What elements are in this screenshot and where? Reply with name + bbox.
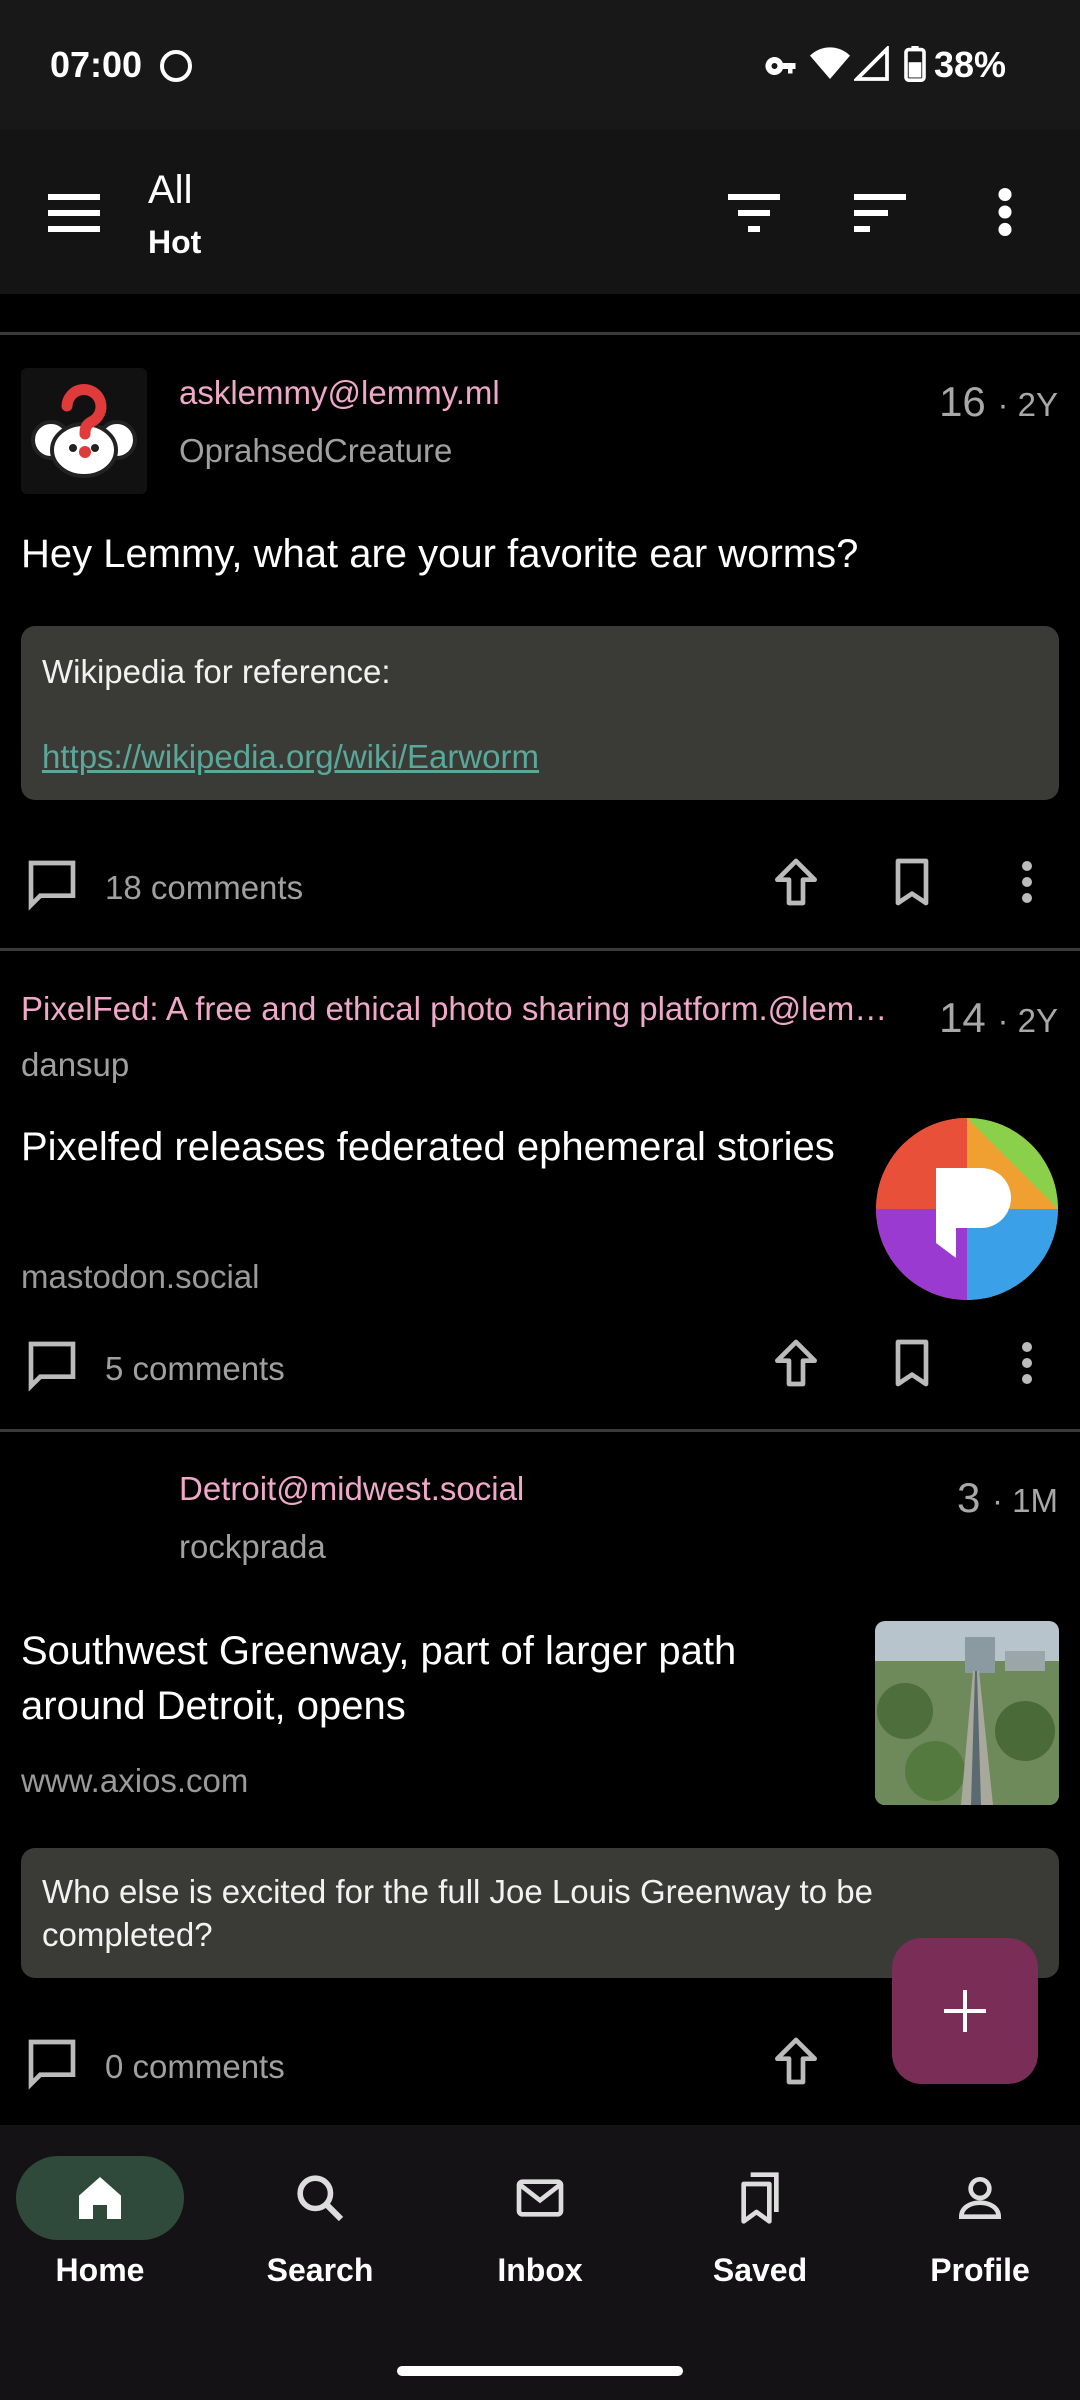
upvote-icon[interactable] (768, 1335, 824, 1391)
plus-icon (944, 1990, 986, 2032)
more-vert-icon[interactable] (994, 188, 1016, 236)
create-post-button[interactable] (892, 1938, 1038, 2084)
nav-home[interactable]: Home (10, 2170, 190, 2289)
post-title[interactable]: Pixelfed releases federated ephemeral st… (21, 1120, 841, 1175)
post-body: Wikipedia for reference: https://wikiped… (21, 626, 1059, 800)
post-age: · 2Y (997, 1002, 1058, 1039)
post-domain[interactable]: www.axios.com (21, 1762, 248, 1800)
post-meta: 14 · 2Y (939, 994, 1058, 1042)
nav-inbox-label: Inbox (497, 2252, 583, 2288)
post-title[interactable]: Hey Lemmy, what are your favorite ear wo… (21, 527, 1061, 582)
community-avatar[interactable] (21, 368, 147, 494)
post-author[interactable]: OprahsedCreature (179, 432, 452, 470)
post-age: · 1M (992, 1482, 1058, 1519)
comment-count[interactable]: 0 comments (105, 2048, 285, 2086)
nav-inbox[interactable]: Inbox (450, 2170, 630, 2289)
nav-search[interactable]: Search (230, 2170, 410, 2289)
post-score: 3 (956, 1474, 981, 1521)
upvote-icon[interactable] (768, 854, 824, 910)
post-score: 14 (939, 994, 986, 1041)
post-domain[interactable]: mastodon.social (21, 1258, 259, 1296)
battery-icon (904, 46, 926, 87)
notification-icon (160, 50, 192, 82)
upvote-icon[interactable] (768, 2033, 824, 2089)
post-meta: 3 · 1M (957, 1474, 1058, 1522)
comment-icon[interactable] (24, 856, 80, 912)
nav-saved-label: Saved (712, 2252, 808, 2288)
nav-profile-label: Profile (930, 2252, 1030, 2288)
post-thumbnail[interactable] (875, 1621, 1059, 1805)
comment-count[interactable]: 18 comments (105, 869, 303, 907)
sort-icon[interactable] (854, 190, 906, 234)
nav-home-label: Home (55, 2252, 145, 2288)
profile-icon (958, 2177, 1002, 2219)
post-body-text: Wikipedia for reference: (42, 653, 391, 690)
nav-search-label: Search (266, 2252, 374, 2288)
menu-icon[interactable] (48, 190, 100, 234)
saved-icon (741, 2172, 779, 2224)
signal-icon (852, 44, 890, 87)
more-vert-icon[interactable] (1017, 1339, 1037, 1387)
battery-level: 38% (933, 44, 1006, 85)
post-body-text: Who else is excited for the full Joe Lou… (42, 1873, 873, 1953)
post-score: 16 (939, 378, 986, 425)
comment-count[interactable]: 5 comments (105, 1350, 285, 1388)
mail-icon (516, 2179, 564, 2217)
post-thumbnail[interactable] (876, 1118, 1058, 1300)
status-time: 07:00 (50, 44, 143, 85)
divider (0, 332, 1080, 335)
post-community[interactable]: asklemmy@lemmy.ml (179, 374, 500, 412)
sort-subtitle: Hot (148, 224, 202, 260)
post-body-link[interactable]: https://wikipedia.org/wiki/Earworm (42, 738, 539, 775)
post-meta: 16 · 2Y (939, 378, 1058, 426)
home-icon (79, 2177, 121, 2219)
gesture-bar (397, 2366, 683, 2376)
feed-title: All (148, 168, 193, 212)
filter-icon[interactable] (728, 190, 780, 234)
nav-saved[interactable]: Saved (670, 2170, 850, 2289)
post-community[interactable]: PixelFed: A free and ethical photo shari… (21, 990, 921, 1028)
bookmark-icon[interactable] (884, 1335, 940, 1391)
post-title[interactable]: Southwest Greenway, part of larger path … (21, 1624, 841, 1734)
comment-icon[interactable] (24, 1337, 80, 1393)
post-author[interactable]: dansup (21, 1046, 129, 1084)
search-icon (297, 2175, 344, 2222)
divider (0, 948, 1080, 951)
post-community[interactable]: Detroit@midwest.social (179, 1470, 524, 1508)
post-age: · 2Y (997, 386, 1058, 423)
comment-icon[interactable] (24, 2035, 80, 2091)
bookmark-icon[interactable] (884, 854, 940, 910)
vpn-key-icon (764, 48, 800, 89)
wifi-icon (810, 44, 850, 89)
nav-profile[interactable]: Profile (890, 2170, 1070, 2289)
divider (0, 1429, 1080, 1432)
more-vert-icon[interactable] (1017, 858, 1037, 906)
post-author[interactable]: rockprada (179, 1528, 326, 1566)
